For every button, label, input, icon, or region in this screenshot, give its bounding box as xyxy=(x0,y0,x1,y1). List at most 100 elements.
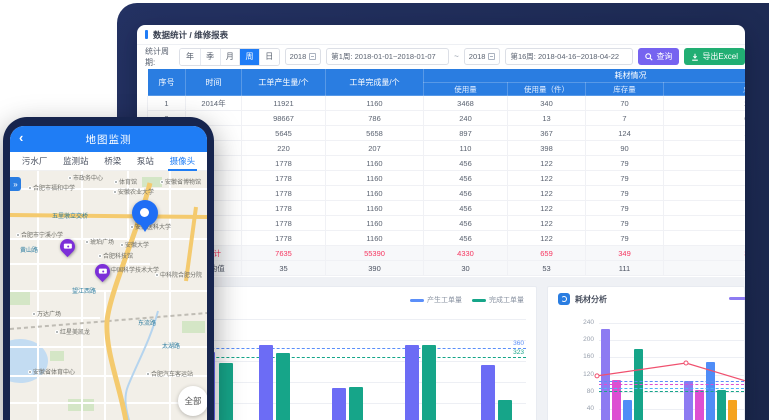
bar-produced xyxy=(332,388,346,420)
bar-completed xyxy=(349,387,363,420)
poi-dot xyxy=(113,190,117,194)
table-cell: 659 xyxy=(508,246,586,261)
table-row: 12014年119211160346834070250 xyxy=(148,96,746,111)
map-label: 万达广场 xyxy=(32,309,61,318)
road-label: 太湖路 xyxy=(162,341,180,350)
back-icon[interactable]: ‹ xyxy=(19,130,23,145)
consumable-chart-panel: 耗材分析 2402001601208040 xyxy=(547,286,745,420)
week-end-input[interactable]: 第16周: 2018-04-16~2018-04-22 xyxy=(505,48,633,65)
road-label: 望江西路 xyxy=(72,286,96,295)
table-cell: 129 xyxy=(664,126,746,141)
segment-日[interactable]: 日 xyxy=(259,49,279,65)
year-start-select[interactable]: 2018 xyxy=(285,48,322,65)
table-cell: 55390 xyxy=(326,246,424,261)
sub-header: 使用量 xyxy=(424,83,508,96)
poi-dot xyxy=(16,233,20,237)
table-cell: 11921 xyxy=(242,96,326,111)
segment-周[interactable]: 周 xyxy=(239,49,259,65)
map-label: 体育馆 xyxy=(114,177,137,186)
bar-completed xyxy=(422,345,436,420)
table-cell: 456 xyxy=(424,156,508,171)
table-cell: 122 xyxy=(508,231,586,246)
table-cell: 67 xyxy=(664,201,746,216)
map-view[interactable]: » 全部 市政务中心体育馆安徽农业大学安徽省博物馆合肥市福和中学安徽医科大学合肥… xyxy=(10,171,207,420)
table-row: 10177811604561227967 xyxy=(148,231,746,246)
bar-produced xyxy=(259,345,273,420)
col-header: 时间 xyxy=(186,69,242,96)
table-cell: 122 xyxy=(508,171,586,186)
chart-legend: 产生工单量 完成工单量 xyxy=(410,295,524,305)
table-cell: 79 xyxy=(586,201,664,216)
table-row: 9177811604561227967 xyxy=(148,216,746,231)
table-cell: 5658 xyxy=(326,126,424,141)
table-cell: 1778 xyxy=(242,216,326,231)
export-excel-button[interactable]: 导出Excel xyxy=(684,48,745,65)
table-cell: 111 xyxy=(586,261,664,276)
poi-dot xyxy=(146,372,150,376)
legend-item[interactable]: 完成工单量 xyxy=(472,295,524,305)
tab-污水厂[interactable]: 污水厂 xyxy=(22,152,48,170)
poi-dot xyxy=(120,243,124,247)
table-cell: 2014年 xyxy=(186,96,242,111)
period-segmented-control: 年季月周日 xyxy=(179,48,279,66)
reference-label: 360 xyxy=(513,340,524,347)
filter-row: 统计周期: 年季月周日 2018 第1周: 2018-01-01~2018-01… xyxy=(137,45,745,68)
average-row: 平均值353903053111140 xyxy=(148,261,746,276)
map-label: 合肥汽车客运站 xyxy=(146,369,193,378)
table-cell: 456 xyxy=(424,186,508,201)
table-cell: 1778 xyxy=(242,186,326,201)
road-label: 东流路 xyxy=(138,318,156,327)
map-label: 安徽省博物馆 xyxy=(160,177,201,186)
table-cell: 67 xyxy=(664,186,746,201)
phone-mockup: ‹ 地图监测 污水厂监测站桥梁泵站摄像头 xyxy=(3,117,214,420)
table-cell: 456 xyxy=(424,231,508,246)
sub-header: 库存量 xyxy=(586,83,664,96)
table-cell: 13 xyxy=(508,111,586,126)
all-button[interactable]: 全部 xyxy=(178,386,207,416)
table-cell: 897 xyxy=(424,126,508,141)
sub-header: 总量 xyxy=(664,83,746,96)
bar-completed xyxy=(219,363,233,420)
camera-lens xyxy=(67,246,69,248)
map-label: 安徽省体育中心 xyxy=(28,367,75,376)
table-cell: 4330 xyxy=(424,246,508,261)
selected-pin[interactable] xyxy=(132,200,158,226)
table-cell: 19 xyxy=(664,141,746,156)
total-row: 合计7635553904330659349332 xyxy=(148,246,746,261)
table-row: 7177811604561227967 xyxy=(148,186,746,201)
table-cell: 79 xyxy=(586,231,664,246)
expand-icon[interactable]: » xyxy=(10,177,21,191)
sub-header: 使用量（件） xyxy=(508,83,586,96)
table-cell: 220 xyxy=(242,141,326,156)
table-cell: 79 xyxy=(586,216,664,231)
tab-监测站[interactable]: 监测站 xyxy=(63,152,89,170)
table-cell: 250 xyxy=(664,96,746,111)
segment-年[interactable]: 年 xyxy=(180,49,200,65)
road-label: 五里墩立交桥 xyxy=(52,211,88,220)
group-header: 耗材情况 xyxy=(424,69,746,83)
segment-月[interactable]: 月 xyxy=(220,49,240,65)
category-tabs: 污水厂监测站桥梁泵站摄像头 xyxy=(10,152,207,171)
legend-item[interactable]: 产生工单量 xyxy=(410,295,462,305)
road-label: 黄山路 xyxy=(20,245,38,254)
table-cell: 1778 xyxy=(242,201,326,216)
tab-桥梁[interactable]: 桥梁 xyxy=(104,152,121,170)
week-start-input[interactable]: 第1周: 2018-01-01~2018-01-07 xyxy=(326,48,449,65)
table-cell: 67 xyxy=(664,231,746,246)
query-button[interactable]: 查询 xyxy=(638,48,679,65)
table-cell: 79 xyxy=(586,186,664,201)
table-cell: 1160 xyxy=(326,231,424,246)
report-table: 序号时间工单产生量/个工单完成量/个耗材情况使用量使用量（件）库存量总量1201… xyxy=(147,68,745,276)
tab-泵站[interactable]: 泵站 xyxy=(137,152,154,170)
legend-label: 完成工单量 xyxy=(489,295,524,305)
table-cell: 122 xyxy=(508,216,586,231)
tab-摄像头[interactable]: 摄像头 xyxy=(170,152,196,170)
segment-季[interactable]: 季 xyxy=(200,49,220,65)
search-icon xyxy=(645,53,653,61)
bar-completed xyxy=(498,400,512,420)
year-end-select[interactable]: 2018 xyxy=(464,48,501,65)
map-label: 安徽大学 xyxy=(120,240,149,249)
table-cell: 650 xyxy=(664,111,746,126)
table-cell: 456 xyxy=(424,216,508,231)
table-cell: 786 xyxy=(326,111,424,126)
